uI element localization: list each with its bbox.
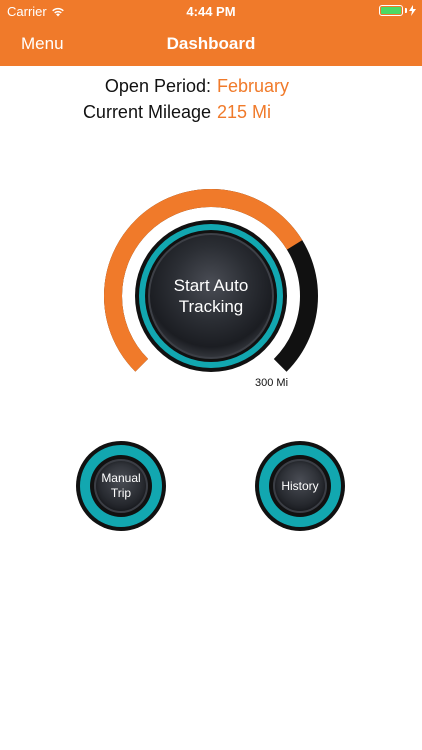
manual-trip-button[interactable]: Manual Trip [76,441,166,531]
status-bar: Carrier 4:44 PM [0,0,422,22]
gauge-max-label: 300 Mi [255,377,289,389]
mileage-gauge: Start Auto Tracking [100,185,322,407]
history-face: History [272,458,328,514]
current-mileage-label: Current Mileage [82,102,211,122]
battery-indicator [379,5,416,16]
status-time: 4:44 PM [186,4,236,19]
start-button-line2: Tracking [178,297,244,316]
history-label: History [281,478,319,493]
manual-trip-line2: Trip [110,485,132,500]
start-auto-tracking-button[interactable]: Start Auto Tracking [147,232,275,360]
battery-icon [379,5,403,16]
manual-trip-line1: Manual [101,470,141,485]
history-dark-ring: History [268,454,332,518]
start-button-line1: Start Auto [173,276,249,295]
page-title: Dashboard [166,34,256,53]
manual-trip-dark-ring: Manual Trip [89,454,153,518]
history-button[interactable]: History [255,441,345,531]
manual-trip-face: Manual Trip [93,458,149,514]
open-period-value: February [217,76,290,96]
navigation-bar: Menu Dashboard [0,22,422,66]
current-mileage-value: 215 Mi [217,102,272,122]
open-period-label: Open Period: [104,76,211,96]
charging-bolt-icon [409,5,416,16]
manual-trip-teal-ring: Manual Trip [80,445,162,527]
history-teal-ring: History [259,445,341,527]
top-bar: Carrier 4:44 PM Menu Dashboard [0,0,422,66]
